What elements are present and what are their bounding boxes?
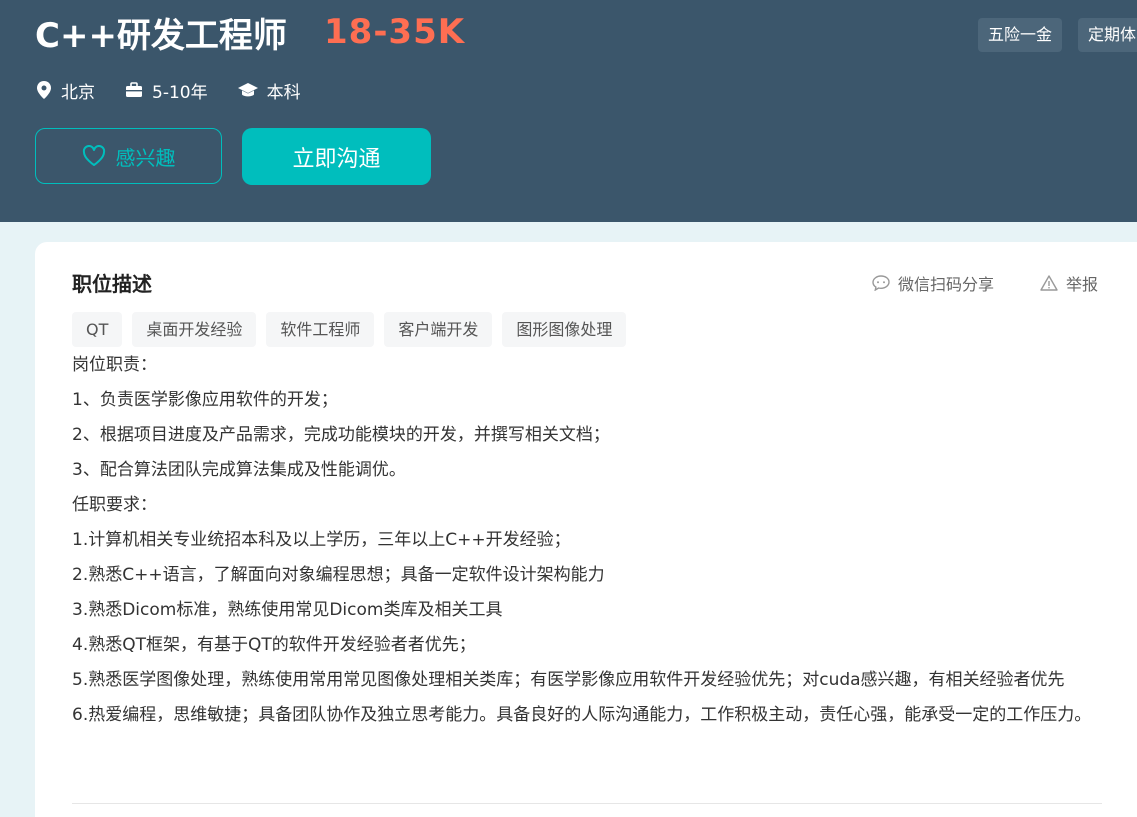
share-label: 微信扫码分享 bbox=[898, 275, 995, 294]
meta-degree: 本科 bbox=[237, 78, 301, 103]
salary: 18-35K bbox=[324, 12, 466, 52]
chat-bubble-icon bbox=[872, 275, 890, 291]
skill-tag[interactable]: QT bbox=[72, 312, 123, 347]
experience-text: 5-10年 bbox=[152, 82, 208, 103]
skill-tag[interactable]: 图形图像处理 bbox=[502, 312, 627, 347]
description-line: 2、根据项目进度及产品需求，完成功能模块的开发，并撰写相关文档； bbox=[72, 425, 610, 445]
meta-location: 北京 bbox=[36, 78, 95, 103]
location-pin-icon bbox=[37, 81, 51, 99]
description-line: 5.熟悉医学图像处理，熟练使用常用常见图像处理相关类库；有医学影像应用软件开发经… bbox=[72, 670, 1065, 690]
skill-tags: QT 桌面开发经验 软件工程师 客户端开发 图形图像处理 bbox=[72, 312, 636, 347]
interest-button[interactable]: 感兴趣 bbox=[35, 128, 222, 184]
description-line: 4.熟悉QT框架，有基于QT的软件开发经验者者优先； bbox=[72, 635, 476, 655]
warning-icon bbox=[1040, 275, 1058, 291]
divider bbox=[72, 803, 1102, 804]
description-line: 1.计算机相关专业统招本科及以上学历，三年以上C++开发经验； bbox=[72, 530, 571, 550]
graduation-cap-icon bbox=[237, 83, 258, 97]
welfare-tag: 五险一金 bbox=[978, 18, 1063, 52]
job-description-card: 职位描述 微信扫码分享 举报 QT 桌面开发经验 软件工程师 客户端开发 图形图… bbox=[35, 242, 1137, 817]
wechat-share-button[interactable]: 微信扫码分享 bbox=[872, 271, 994, 295]
description-line: 3.熟悉Dicom标准，熟练使用常见Dicom类库及相关工具 bbox=[72, 600, 503, 620]
description-line: 任职要求： bbox=[72, 495, 157, 515]
interest-label: 感兴趣 bbox=[115, 145, 176, 170]
job-title: C++研发工程师 bbox=[35, 16, 287, 56]
report-button[interactable]: 举报 bbox=[1040, 271, 1098, 295]
chat-now-button[interactable]: 立即沟通 bbox=[242, 128, 431, 185]
description-line: 6.热爱编程，思维敏捷；具备团队协作及独立思考能力。具备良好的人际沟通能力，工作… bbox=[72, 705, 1092, 725]
description-line: 2.熟悉C++语言，了解面向对象编程思想；具备一定软件设计架构能力 bbox=[72, 565, 605, 585]
chat-now-label: 立即沟通 bbox=[292, 146, 381, 172]
heart-icon bbox=[82, 145, 105, 166]
description-line: 3、配合算法团队完成算法集成及性能调优。 bbox=[72, 460, 406, 480]
welfare-tag: 定期体 bbox=[1078, 18, 1137, 52]
job-description-text: 岗位职责： 1、负责医学影像应用软件的开发； 2、根据项目进度及产品需求，完成功… bbox=[72, 348, 1102, 733]
job-meta: 北京 5-10年 本科 bbox=[36, 77, 331, 103]
description-line: 岗位职责： bbox=[72, 355, 157, 375]
skill-tag[interactable]: 客户端开发 bbox=[384, 312, 493, 347]
degree-text: 本科 bbox=[266, 82, 301, 103]
section-title: 职位描述 bbox=[72, 272, 152, 296]
job-banner: C++研发工程师 18-35K 五险一金 定期体 北京 5-10年 本科 感兴趣… bbox=[0, 0, 1137, 222]
description-line: 1、负责医学影像应用软件的开发； bbox=[72, 390, 338, 410]
skill-tag[interactable]: 桌面开发经验 bbox=[132, 312, 257, 347]
location-text: 北京 bbox=[61, 82, 95, 103]
report-label: 举报 bbox=[1066, 275, 1099, 294]
skill-tag[interactable]: 软件工程师 bbox=[266, 312, 375, 347]
briefcase-icon bbox=[126, 82, 142, 97]
meta-experience: 5-10年 bbox=[125, 78, 208, 103]
